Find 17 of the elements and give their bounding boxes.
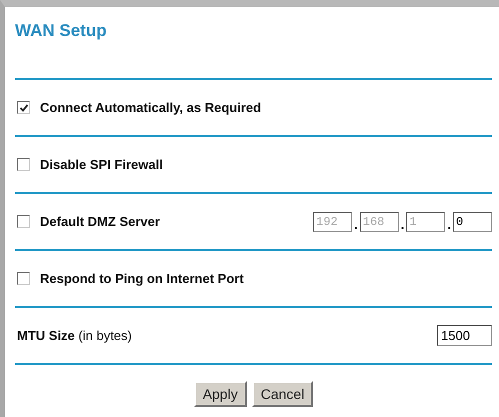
option-label: Respond to Ping on Internet Port: [40, 271, 244, 286]
option-label: Disable SPI Firewall: [40, 157, 163, 172]
dot-separator: .: [354, 216, 358, 232]
form-button[interactable]: Apply: [194, 381, 247, 407]
option-label: Connect Automatically, as Required: [40, 100, 262, 115]
dot-separator: .: [447, 216, 451, 232]
dot-separator: .: [400, 216, 404, 232]
mtu-field[interactable]: 1500: [437, 325, 492, 346]
ip-octet-field[interactable]: 0: [453, 212, 492, 232]
checkbox[interactable]: [17, 215, 30, 228]
checkbox[interactable]: [17, 158, 30, 171]
option-label: Default DMZ Server: [40, 214, 160, 229]
field-label: MTU Size (in bytes): [17, 328, 132, 343]
page-title: WAN Setup: [15, 21, 107, 40]
form-button[interactable]: Cancel: [252, 381, 314, 407]
checkbox[interactable]: [17, 272, 30, 285]
checkbox[interactable]: [17, 101, 30, 114]
